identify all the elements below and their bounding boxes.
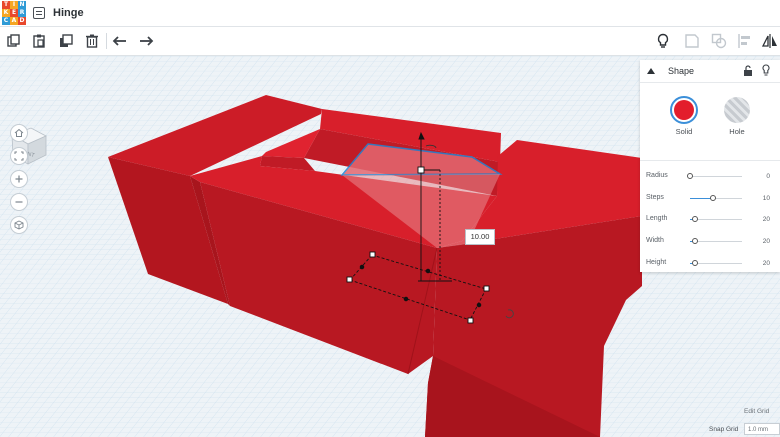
trash-icon[interactable] <box>82 31 102 51</box>
logo-letter: I <box>10 1 18 9</box>
paste-icon[interactable] <box>29 31 49 51</box>
fit-view-button[interactable] <box>10 147 28 165</box>
toolbar-divider <box>106 33 107 49</box>
property-value-height[interactable]: 20 <box>763 260 770 267</box>
property-label-height: Height <box>646 259 667 266</box>
property-value-steps[interactable]: 10 <box>763 195 770 202</box>
property-slider-handle[interactable] <box>692 216 699 222</box>
logo-letter: T <box>2 1 10 9</box>
hole-swatch[interactable] <box>724 97 750 123</box>
note-icon[interactable] <box>682 31 702 51</box>
solid-swatch[interactable] <box>670 96 698 124</box>
fit-icon <box>14 151 24 161</box>
lightbulb-icon[interactable] <box>653 31 673 51</box>
logo-letter: R <box>18 9 26 17</box>
design-menu-icon[interactable] <box>33 7 45 19</box>
logo-letter: D <box>18 17 26 25</box>
orthographic-toggle-button[interactable] <box>10 216 28 234</box>
property-value-length[interactable]: 20 <box>763 216 770 223</box>
edit-grid-link[interactable]: Edit Grid <box>744 408 769 415</box>
zoom-in-icon <box>15 175 23 183</box>
group-icon[interactable] <box>709 31 729 51</box>
property-value-radius[interactable]: 0 <box>766 173 770 180</box>
lock-icon[interactable] <box>743 65 753 76</box>
logo-letter: A <box>10 17 18 25</box>
edit-toolbar <box>0 27 780 56</box>
property-label-steps: Steps <box>646 194 664 201</box>
shape-inspector-panel: Shape Solid Hole Radius 0 Steps 10 Length 20 W… <box>640 60 780 272</box>
collapse-caret-icon[interactable] <box>647 68 655 74</box>
property-slider-handle[interactable] <box>692 238 699 244</box>
property-label-length: Length <box>646 215 668 222</box>
home-view-button[interactable] <box>10 124 28 142</box>
light-bulb-visibility-icon[interactable] <box>762 64 770 76</box>
hole-label: Hole <box>729 127 745 136</box>
property-slider-handle[interactable] <box>687 173 693 179</box>
orthographic-icon <box>14 220 24 230</box>
panel-header: Shape <box>640 60 780 83</box>
snap-grid-select[interactable]: 1.0 mm <box>744 423 780 435</box>
dimension-input[interactable]: 10.00 <box>465 229 495 245</box>
solid-color-fill <box>674 100 694 120</box>
snap-grid-label: Snap Grid <box>709 426 739 433</box>
logo-letter: K <box>2 9 10 17</box>
tinkercad-logo[interactable]: TINKERCAD <box>2 1 26 25</box>
mirror-icon[interactable] <box>760 31 780 51</box>
property-label-radius: Radius <box>646 172 668 179</box>
property-slider-handle[interactable] <box>710 195 717 201</box>
logo-letter: N <box>18 1 26 9</box>
solid-label: Solid <box>675 127 693 136</box>
property-slider-radius[interactable] <box>690 176 742 177</box>
logo-letter: C <box>2 17 10 25</box>
copy-icon[interactable] <box>4 31 24 51</box>
logo-letter: E <box>10 9 18 17</box>
property-value-width[interactable]: 20 <box>763 238 770 245</box>
zoom-in-button[interactable] <box>10 170 28 188</box>
design-title[interactable]: Hinge <box>53 7 84 19</box>
property-slider-handle[interactable] <box>692 260 699 266</box>
property-slider-steps[interactable] <box>690 198 742 199</box>
zoom-out-icon <box>15 201 23 203</box>
property-label-width: Width <box>646 237 664 244</box>
duplicate-icon[interactable] <box>56 31 76 51</box>
panel-title: Shape <box>668 66 695 76</box>
home-icon <box>14 128 24 137</box>
top-bar: TINKERCAD Hinge <box>0 0 780 27</box>
panel-divider <box>640 160 780 161</box>
zoom-out-button[interactable] <box>10 193 28 211</box>
redo-icon[interactable] <box>136 31 156 51</box>
undo-icon[interactable] <box>110 31 130 51</box>
align-icon[interactable] <box>735 31 755 51</box>
